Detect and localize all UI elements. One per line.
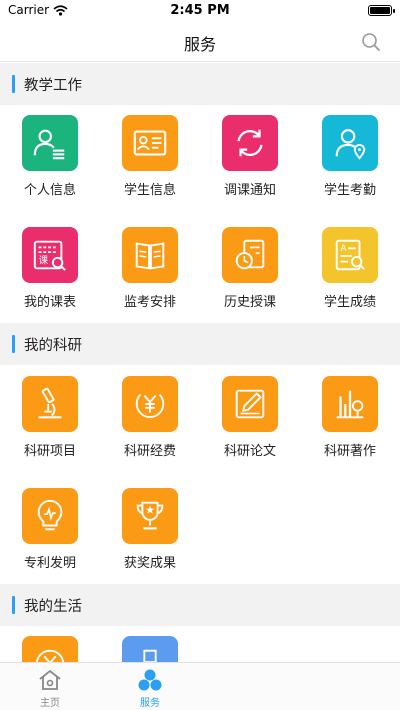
- item-label: 学生信息: [123, 183, 176, 198]
- status-bar: Carrier 2:45 PM: [0, 0, 400, 22]
- svg-text:课: 课: [39, 256, 49, 267]
- service-item-my-timetable[interactable]: 课 我的课表: [0, 227, 100, 337]
- service-item-awards[interactable]: 获奖成果: [100, 488, 200, 598]
- clock-time: 2:45 PM: [170, 3, 230, 18]
- item-label: 科研著作: [323, 444, 376, 459]
- navigation-bar: 服务: [0, 22, 400, 62]
- item-label: 监考安排: [123, 295, 176, 310]
- item-label: 科研论文: [223, 444, 276, 459]
- item-label: 我的课表: [23, 295, 76, 310]
- service-item-attendance[interactable]: 学生考勤: [300, 115, 400, 225]
- timetable-icon: 课: [22, 227, 78, 283]
- section-title-life: 我的生活: [24, 599, 82, 615]
- section-accent-bar: [12, 335, 15, 353]
- lightbulb-icon: [22, 488, 78, 544]
- edit-document-icon: [222, 376, 278, 432]
- yuan-coin-icon: [122, 376, 178, 432]
- bottom-tab-bar: 主页 服务: [0, 662, 400, 710]
- service-item-patents[interactable]: 专利发明: [0, 488, 100, 598]
- section-accent-bar: [12, 75, 15, 93]
- tab-label-home: 主页: [40, 698, 60, 709]
- service-item-research-books[interactable]: 科研著作: [300, 376, 400, 486]
- page-title: 服务: [183, 35, 216, 54]
- microscope-icon: [22, 376, 78, 432]
- item-label: 专利发明: [23, 556, 76, 571]
- section-header-life: 我的生活: [0, 584, 400, 626]
- service-item-teaching-history[interactable]: 历史授课: [200, 227, 300, 337]
- service-item-life-2[interactable]: [100, 636, 200, 662]
- item-label: 获奖成果: [123, 556, 176, 571]
- item-label: 历史授课: [223, 295, 276, 310]
- service-item-research-papers[interactable]: 科研论文: [200, 376, 300, 486]
- item-label: 学生考勤: [323, 183, 376, 198]
- service-item-schedule-change[interactable]: 调课通知: [200, 115, 300, 225]
- section-title-teaching: 教学工作: [24, 78, 82, 94]
- bar-chart-icon: [322, 376, 378, 432]
- service-item-life-1[interactable]: [0, 636, 100, 662]
- section-title-research: 我的科研: [24, 338, 82, 354]
- person-location-icon: [322, 115, 378, 171]
- grade-report-icon: A: [322, 227, 378, 283]
- refresh-icon: [222, 115, 278, 171]
- service-item-student-grades[interactable]: A 学生成绩: [300, 227, 400, 337]
- service-item-research-projects[interactable]: 科研项目: [0, 376, 100, 486]
- service-item-student-info[interactable]: 学生信息: [100, 115, 200, 225]
- home-icon: [39, 669, 61, 690]
- trophy-icon: [122, 488, 178, 544]
- service-item-personal-info[interactable]: 个人信息: [0, 115, 100, 225]
- yuan-circle-icon: [22, 636, 78, 662]
- service-item-research-funding[interactable]: 科研经费: [100, 376, 200, 486]
- item-label: 学生成绩: [323, 295, 376, 310]
- section-accent-bar: [12, 596, 15, 614]
- service-item-invigilation[interactable]: 监考安排: [100, 227, 200, 337]
- search-icon[interactable]: [360, 31, 382, 53]
- section-header-teaching: 教学工作: [0, 63, 400, 105]
- battery-icon: [368, 5, 395, 16]
- item-label: 科研项目: [23, 444, 76, 459]
- open-book-icon: [122, 227, 178, 283]
- tab-services[interactable]: 服务: [100, 663, 200, 710]
- id-card-person-icon: [22, 115, 78, 171]
- item-label: 科研经费: [123, 444, 176, 459]
- tab-label-services: 服务: [140, 698, 160, 709]
- student-card-icon: [122, 115, 178, 171]
- services-icon: [138, 669, 162, 691]
- plus-cross-icon: [122, 636, 178, 662]
- item-label: 调课通知: [223, 183, 276, 198]
- section-header-research: 我的科研: [0, 323, 400, 365]
- item-label: 个人信息: [23, 183, 76, 198]
- history-icon: [222, 227, 278, 283]
- tab-home[interactable]: 主页: [0, 663, 100, 710]
- svg-text:A: A: [341, 244, 347, 254]
